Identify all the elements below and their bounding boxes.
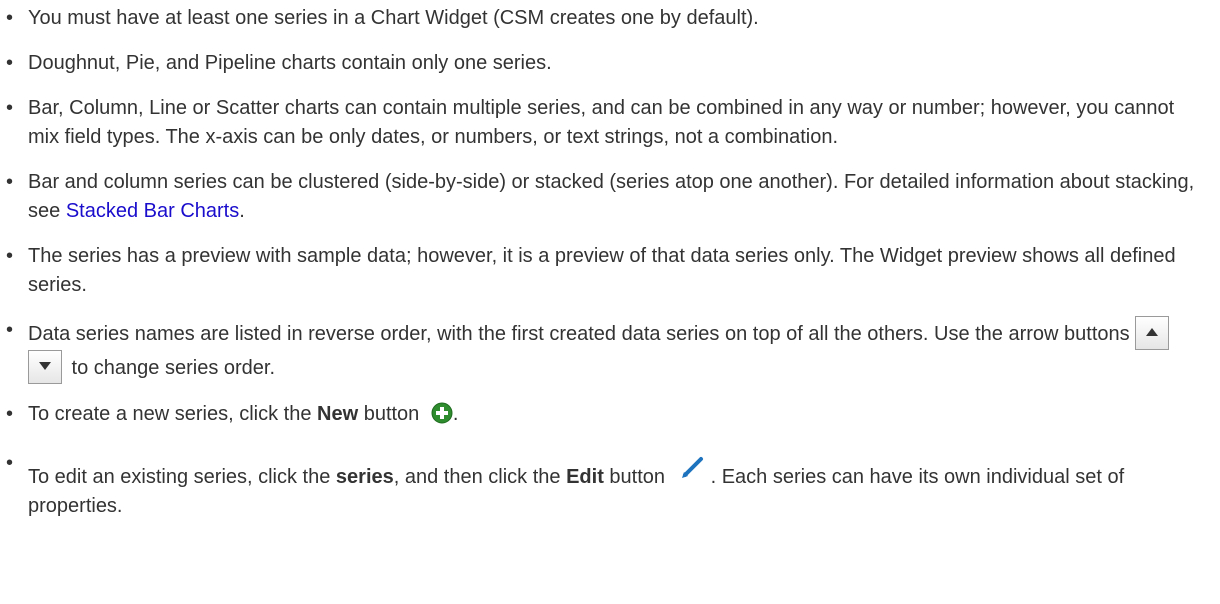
bullet-dot: • <box>6 319 14 341</box>
bullet-dot: • <box>6 97 14 119</box>
bullet-dot: • <box>6 403 14 425</box>
list-item: • To edit an existing series, click the … <box>0 449 1208 521</box>
bullet-dot: • <box>6 171 14 193</box>
bullet-text: You must have at least one series in a C… <box>28 7 759 29</box>
bullet-text: , and then click the <box>393 466 567 488</box>
move-up-button[interactable] <box>1135 316 1170 350</box>
bullet-text: To create a new series, click the <box>28 403 318 425</box>
bullet-dot: • <box>6 452 14 474</box>
bullet-text: button <box>603 466 671 488</box>
list-item: • To create a new series, click the New … <box>0 400 1208 433</box>
series-label: series <box>335 466 394 488</box>
bullet-text-end: to change series order. <box>66 357 276 379</box>
arrow-down-icon <box>39 362 51 370</box>
bullet-dot: • <box>6 52 14 74</box>
bullet-text: Doughnut, Pie, and Pipeline charts conta… <box>28 52 552 74</box>
bullet-text: The series has a preview with sample dat… <box>28 245 1176 296</box>
move-down-button[interactable] <box>28 350 62 384</box>
bullet-text-end: . <box>452 403 459 425</box>
bullet-text: Data series names are listed in reverse … <box>28 323 1136 345</box>
new-label: New <box>317 403 359 425</box>
list-item: • Bar, Column, Line or Scatter charts ca… <box>0 94 1208 152</box>
bullet-text-end: . <box>239 200 245 222</box>
stacked-bar-charts-link[interactable]: Stacked Bar Charts <box>66 200 239 222</box>
list-item: • Data series names are listed in revers… <box>0 316 1208 384</box>
list-item: • Doughnut, Pie, and Pipeline charts con… <box>0 49 1208 78</box>
bullet-text: button <box>358 403 425 425</box>
list-item: • Bar and column series can be clustered… <box>0 168 1208 226</box>
bullet-text: To edit an existing series, click the <box>28 466 336 488</box>
bullet-dot: • <box>6 7 14 29</box>
bullet-list: • You must have at least one series in a… <box>0 0 1220 521</box>
list-item: • You must have at least one series in a… <box>0 4 1208 33</box>
bullet-text: Bar, Column, Line or Scatter charts can … <box>28 97 1175 148</box>
plus-circle-icon[interactable] <box>431 402 453 433</box>
bullet-dot: • <box>6 245 14 267</box>
edit-label: Edit <box>566 466 604 488</box>
pencil-icon[interactable] <box>677 449 711 492</box>
arrow-up-icon <box>1146 328 1159 336</box>
list-item: • The series has a preview with sample d… <box>0 242 1208 300</box>
